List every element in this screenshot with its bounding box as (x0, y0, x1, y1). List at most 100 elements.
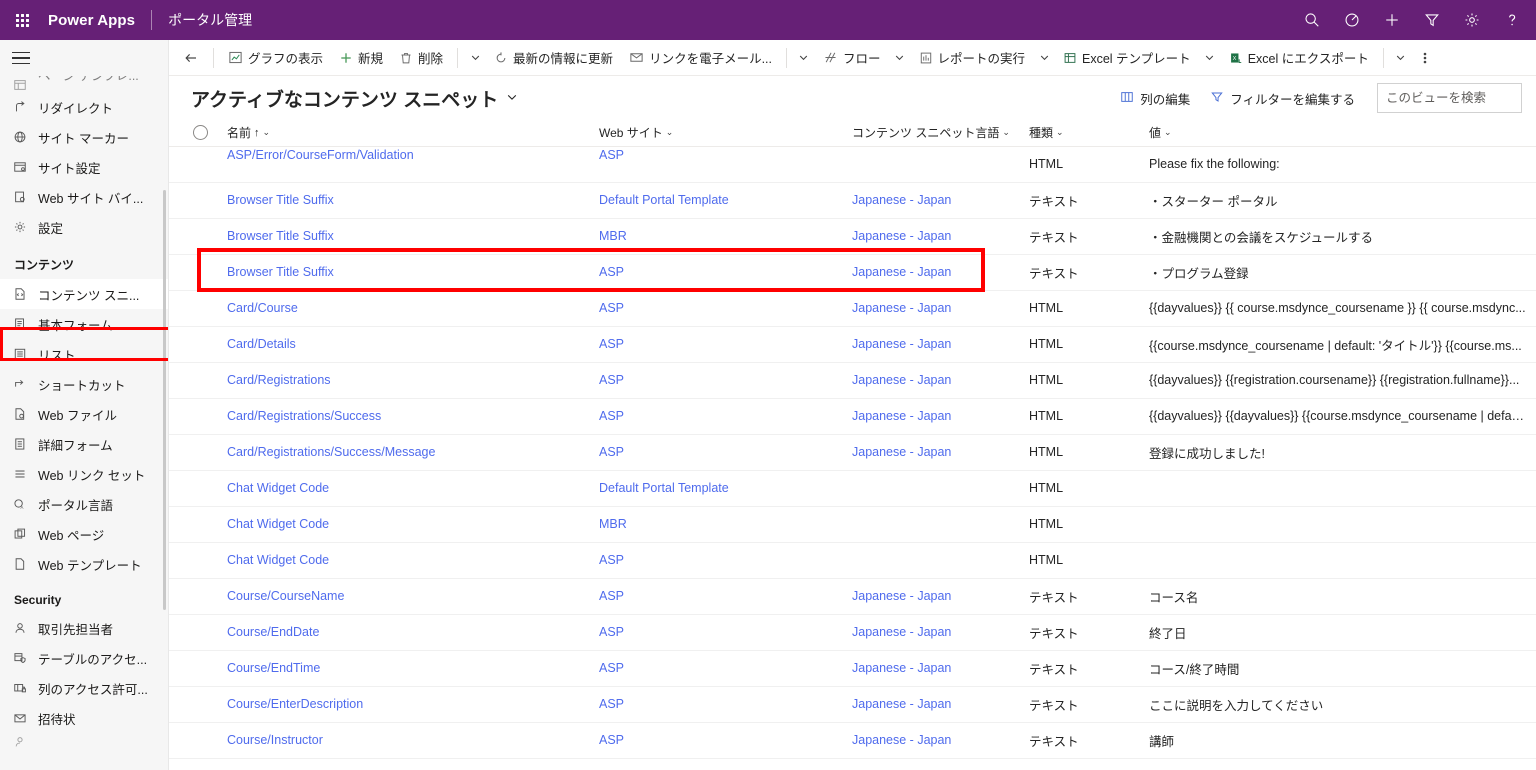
row-language-cell[interactable] (844, 542, 1021, 579)
row-website-cell-link[interactable]: ASP (599, 301, 624, 315)
row-website-cell-link[interactable]: MBR (599, 229, 627, 243)
diagnostics-icon[interactable] (1332, 0, 1372, 40)
table-row[interactable]: Course/EnterDescription ASP Japanese - Jap… (169, 686, 1536, 723)
flow-chevron-icon[interactable] (889, 43, 911, 73)
table-row[interactable]: Card/Registrations/Success ASP Japanese - … (169, 398, 1536, 435)
row-checkbox-cell[interactable] (169, 434, 219, 471)
table-row[interactable]: Card/Course ASP Japanese - Japan HTML {{dayv… (169, 290, 1536, 327)
row-checkbox-cell[interactable] (169, 254, 219, 291)
sidebar-item-web-templates[interactable]: Web テンプレート (0, 549, 168, 579)
row-language-cell[interactable]: Japanese - Japan (844, 290, 1021, 327)
row-name-cell-link[interactable]: Course/EndTime (227, 661, 320, 675)
chevron-down-icon[interactable]: ⌄ (263, 127, 271, 138)
select-all-header[interactable] (169, 120, 219, 147)
row-website-cell-link[interactable]: ASP (599, 733, 624, 747)
new-button[interactable]: 新規 (331, 43, 391, 73)
row-language-cell-link[interactable]: Japanese - Japan (852, 589, 951, 603)
row-language-cell[interactable]: Japanese - Japan (844, 614, 1021, 651)
sidebar-item-basic-forms[interactable]: 基本フォーム (0, 309, 168, 339)
sidebar-item-redirect[interactable]: リダイレクト (0, 92, 168, 122)
row-name-cell[interactable]: Course/CourseName (219, 578, 591, 615)
plus-icon[interactable] (1372, 0, 1412, 40)
row-website-cell-link[interactable]: ASP (599, 409, 624, 423)
run-report-chevron-icon[interactable] (1033, 43, 1055, 73)
row-checkbox-cell[interactable] (169, 686, 219, 723)
row-language-cell-link[interactable]: Japanese - Japan (852, 265, 951, 279)
sidebar-item-lists[interactable]: リスト (0, 339, 168, 369)
row-language-cell-link[interactable]: Japanese - Japan (852, 409, 951, 423)
row-website-cell-link[interactable]: ASP (599, 661, 624, 675)
table-row-partial[interactable]: ASP/Error/CourseForm/Validation ASP HTML Pl… (169, 146, 1536, 183)
row-name-cell[interactable]: Chat Widget Code (219, 506, 591, 543)
row-website-cell-link[interactable]: ASP (599, 697, 624, 711)
sidebar-item-content-snippets[interactable]: コンテンツ スニ... (0, 279, 168, 309)
back-button[interactable] (175, 42, 207, 74)
row-language-cell[interactable]: Japanese - Japan (844, 434, 1021, 471)
row-language-cell-link[interactable]: Japanese - Japan (852, 373, 951, 387)
row-language-cell[interactable]: Japanese - Japan (844, 182, 1021, 219)
sidebar-item-web-files[interactable]: Web ファイル (0, 399, 168, 429)
row-language-cell-link[interactable]: Japanese - Japan (852, 337, 951, 351)
run-report-button[interactable]: レポートの実行 (911, 43, 1034, 73)
export-excel-button[interactable]: X Excel にエクスポート (1221, 43, 1377, 73)
edit-columns-button[interactable]: 列の編集 (1110, 83, 1200, 113)
row-name-cell[interactable]: Browser Title Suffix (219, 218, 591, 255)
select-all-checkbox[interactable] (193, 125, 208, 141)
row-website-cell[interactable]: Default Portal Template (591, 182, 844, 219)
row-name-cell-link[interactable]: Card/Details (227, 337, 296, 351)
row-name-cell-link[interactable]: Chat Widget Code (227, 553, 329, 567)
sidebar-item-column-permissions[interactable]: 列のアクセス許可... (0, 673, 168, 703)
row-website-cell-link[interactable]: ASP (599, 625, 624, 639)
flow-button[interactable]: フロー (815, 43, 889, 73)
sitemap-toggle-icon[interactable] (0, 40, 168, 76)
email-link-button[interactable]: リンクを電子メール... (621, 43, 780, 73)
app-launcher-icon[interactable] (0, 0, 44, 40)
row-checkbox-cell[interactable] (169, 542, 219, 579)
show-chart-button[interactable]: グラフの表示 (220, 43, 331, 73)
table-row[interactable]: Card/Registrations/Success/Message ASP Jap… (169, 434, 1536, 471)
row-website-cell-link[interactable]: ASP (599, 265, 624, 279)
row-website-cell[interactable]: ASP (591, 254, 844, 291)
gear-icon[interactable] (1452, 0, 1492, 40)
row-name-cell[interactable]: Browser Title Suffix (219, 254, 591, 291)
row-name-cell[interactable]: Card/Registrations/Success/Message (219, 434, 591, 471)
row-name-cell-link[interactable]: ASP/Error/CourseForm/Validation (227, 148, 414, 162)
chevron-down-icon[interactable]: ⌄ (1164, 127, 1172, 138)
sidebar-item-web-link-sets[interactable]: Web リンク セット (0, 459, 168, 489)
row-website-cell[interactable]: ASP (591, 362, 844, 399)
row-checkbox-cell[interactable] (169, 218, 219, 255)
row-website-cell[interactable]: ASP (591, 290, 844, 327)
table-row[interactable]: Chat Widget Code Default Portal Template H… (169, 470, 1536, 507)
sidebar-scrollbar[interactable] (163, 190, 166, 610)
table-row[interactable]: Course/CourseName ASP Japanese - Japan テキスト… (169, 578, 1536, 615)
table-row[interactable]: Browser Title Suffix ASP Japanese - Japan テ… (169, 254, 1536, 291)
row-language-cell[interactable] (844, 146, 1021, 183)
sidebar-item-site-markers[interactable]: サイト マーカー (0, 122, 168, 152)
row-name-cell[interactable]: Chat Widget Code (219, 542, 591, 579)
row-website-cell[interactable]: ASP (591, 614, 844, 651)
row-language-cell-link[interactable]: Japanese - Japan (852, 733, 951, 747)
sidebar-item-portal-languages[interactable]: A ポータル言語 (0, 489, 168, 519)
row-language-cell-link[interactable]: Japanese - Japan (852, 193, 951, 207)
app-name-label[interactable]: ポータル管理 (168, 10, 252, 30)
row-name-cell-link[interactable]: Chat Widget Code (227, 517, 329, 531)
row-website-cell-link[interactable]: MBR (599, 517, 627, 531)
row-website-cell[interactable]: ASP (591, 326, 844, 363)
table-row[interactable]: Course/EndDate ASP Japanese - Japan テキスト 終了日 (169, 614, 1536, 651)
row-language-cell[interactable]: Japanese - Japan (844, 362, 1021, 399)
row-name-cell[interactable]: Course/EndDate (219, 614, 591, 651)
chevron-down-icon[interactable] (506, 87, 518, 109)
row-website-cell-link[interactable]: ASP (599, 373, 624, 387)
row-website-cell[interactable]: MBR (591, 218, 844, 255)
row-language-cell[interactable]: Japanese - Japan (844, 398, 1021, 435)
sidebar-item-table-permissions[interactable]: テーブルのアクセ... (0, 643, 168, 673)
row-name-cell-link[interactable]: Card/Registrations/Success (227, 409, 381, 423)
row-language-cell-link[interactable]: Japanese - Japan (852, 229, 951, 243)
row-website-cell[interactable]: ASP (591, 722, 844, 759)
help-icon[interactable] (1492, 0, 1532, 40)
row-checkbox-cell[interactable] (169, 398, 219, 435)
sidebar-item-website-bindings[interactable]: Web サイト バイ... (0, 182, 168, 212)
row-language-cell[interactable]: Japanese - Japan (844, 578, 1021, 615)
chevron-down-icon[interactable]: ⌄ (1056, 127, 1064, 138)
table-row[interactable]: Browser Title Suffix MBR Japanese - Japan テ… (169, 218, 1536, 255)
